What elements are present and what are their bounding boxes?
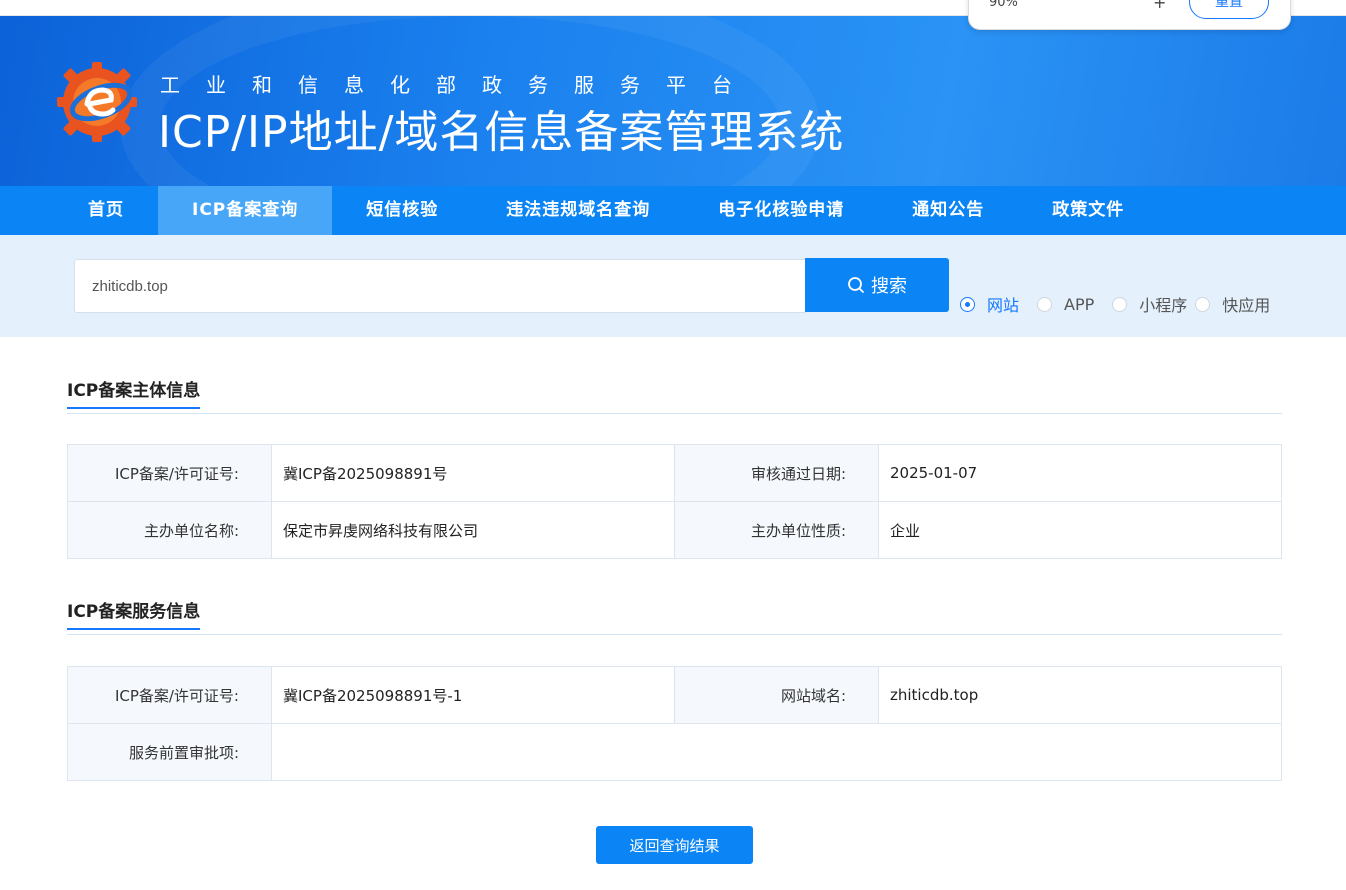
service-info-table: ICP备案/许可证号: 冀ICP备2025098891号-1 网站域名: zhi…	[67, 666, 1282, 781]
nav-item-illegal-domain-query[interactable]: 违法违规域名查询	[472, 186, 684, 235]
zoom-in-button[interactable]: +	[1153, 0, 1166, 12]
back-to-results-button[interactable]: 返回查询结果	[596, 826, 753, 864]
radio-app[interactable]: APP	[1037, 295, 1094, 314]
miit-logo-icon	[57, 62, 137, 142]
site-header: 工业和信息化部政务服务平台 ICP/IP地址/域名信息备案管理系统	[0, 16, 1346, 186]
radio-label: APP	[1064, 294, 1095, 314]
nav-item-policy-docs[interactable]: 政策文件	[1018, 186, 1158, 235]
table-value: 企业	[878, 501, 1282, 559]
search-button-label: 搜索	[871, 276, 907, 296]
table-value: zhiticdb.top	[878, 666, 1282, 724]
radio-unchecked-icon	[1112, 296, 1128, 312]
search-button[interactable]: 搜索	[805, 258, 949, 312]
zoom-value: 90%	[989, 0, 1018, 10]
table-label: 审核通过日期:	[674, 444, 879, 502]
radio-label: 网站	[987, 296, 1020, 315]
nav-item-home[interactable]: 首页	[54, 186, 158, 235]
table-label: 服务前置审批项:	[67, 723, 272, 781]
table-label: 主办单位性质:	[674, 501, 879, 559]
table-value: 保定市昇虔网络科技有限公司	[271, 501, 675, 559]
subject-info-table: ICP备案/许可证号: 冀ICP备2025098891号 审核通过日期: 202…	[67, 444, 1282, 559]
table-row: 主办单位名称: 保定市昇虔网络科技有限公司 主办单位性质: 企业	[67, 501, 1282, 559]
search-type-radio-group: 网站 APP 小程序 快应用	[960, 292, 1288, 316]
subject-section-title: ICP备案主体信息	[67, 376, 201, 409]
table-row: ICP备案/许可证号: 冀ICP备2025098891号-1 网站域名: zhi…	[67, 666, 1282, 724]
table-value: 冀ICP备2025098891号-1	[271, 666, 675, 724]
table-label: ICP备案/许可证号:	[67, 666, 272, 724]
table-value: 2025-01-07	[878, 444, 1282, 502]
table-label: 主办单位名称:	[67, 501, 272, 559]
radio-mini-program[interactable]: 小程序	[1112, 292, 1187, 316]
header-subtitle: 工业和信息化部政务服务平台	[160, 73, 758, 97]
zoom-popup: 90% + 重置	[968, 0, 1291, 30]
table-row: ICP备案/许可证号: 冀ICP备2025098891号 审核通过日期: 202…	[67, 444, 1282, 502]
table-label: 网站域名:	[674, 666, 879, 724]
search-input[interactable]	[74, 259, 806, 313]
nav-item-icp-query[interactable]: ICP备案查询	[158, 186, 333, 235]
main-nav: 首页 ICP备案查询 短信核验 违法违规域名查询 电子化核验申请 通知公告 政策…	[0, 186, 1346, 235]
search-icon	[848, 277, 864, 293]
radio-checked-icon	[960, 296, 975, 312]
radio-label: 快应用	[1222, 296, 1271, 315]
radio-unchecked-icon	[1037, 296, 1053, 312]
table-label: ICP备案/许可证号:	[67, 444, 272, 502]
service-section-title: ICP备案服务信息	[67, 597, 201, 630]
table-value	[271, 723, 1282, 781]
zoom-reset-button[interactable]: 重置	[1189, 0, 1269, 19]
nav-item-notices[interactable]: 通知公告	[878, 186, 1018, 235]
radio-website[interactable]: 网站	[960, 292, 1019, 316]
radio-label: 小程序	[1139, 296, 1188, 315]
nav-item-sms-verify[interactable]: 短信核验	[332, 186, 472, 235]
page-title: ICP/IP地址/域名信息备案管理系统	[158, 107, 845, 158]
search-bar: 搜索 网站 APP 小程序 快应用	[0, 235, 1346, 337]
nav-item-e-verify-apply[interactable]: 电子化核验申请	[684, 186, 878, 235]
radio-quick-app[interactable]: 快应用	[1195, 292, 1270, 316]
radio-unchecked-icon	[1195, 296, 1211, 312]
section-divider	[67, 413, 1282, 414]
table-value: 冀ICP备2025098891号	[271, 444, 675, 502]
section-divider	[67, 634, 1282, 635]
table-row: 服务前置审批项:	[67, 723, 1282, 781]
